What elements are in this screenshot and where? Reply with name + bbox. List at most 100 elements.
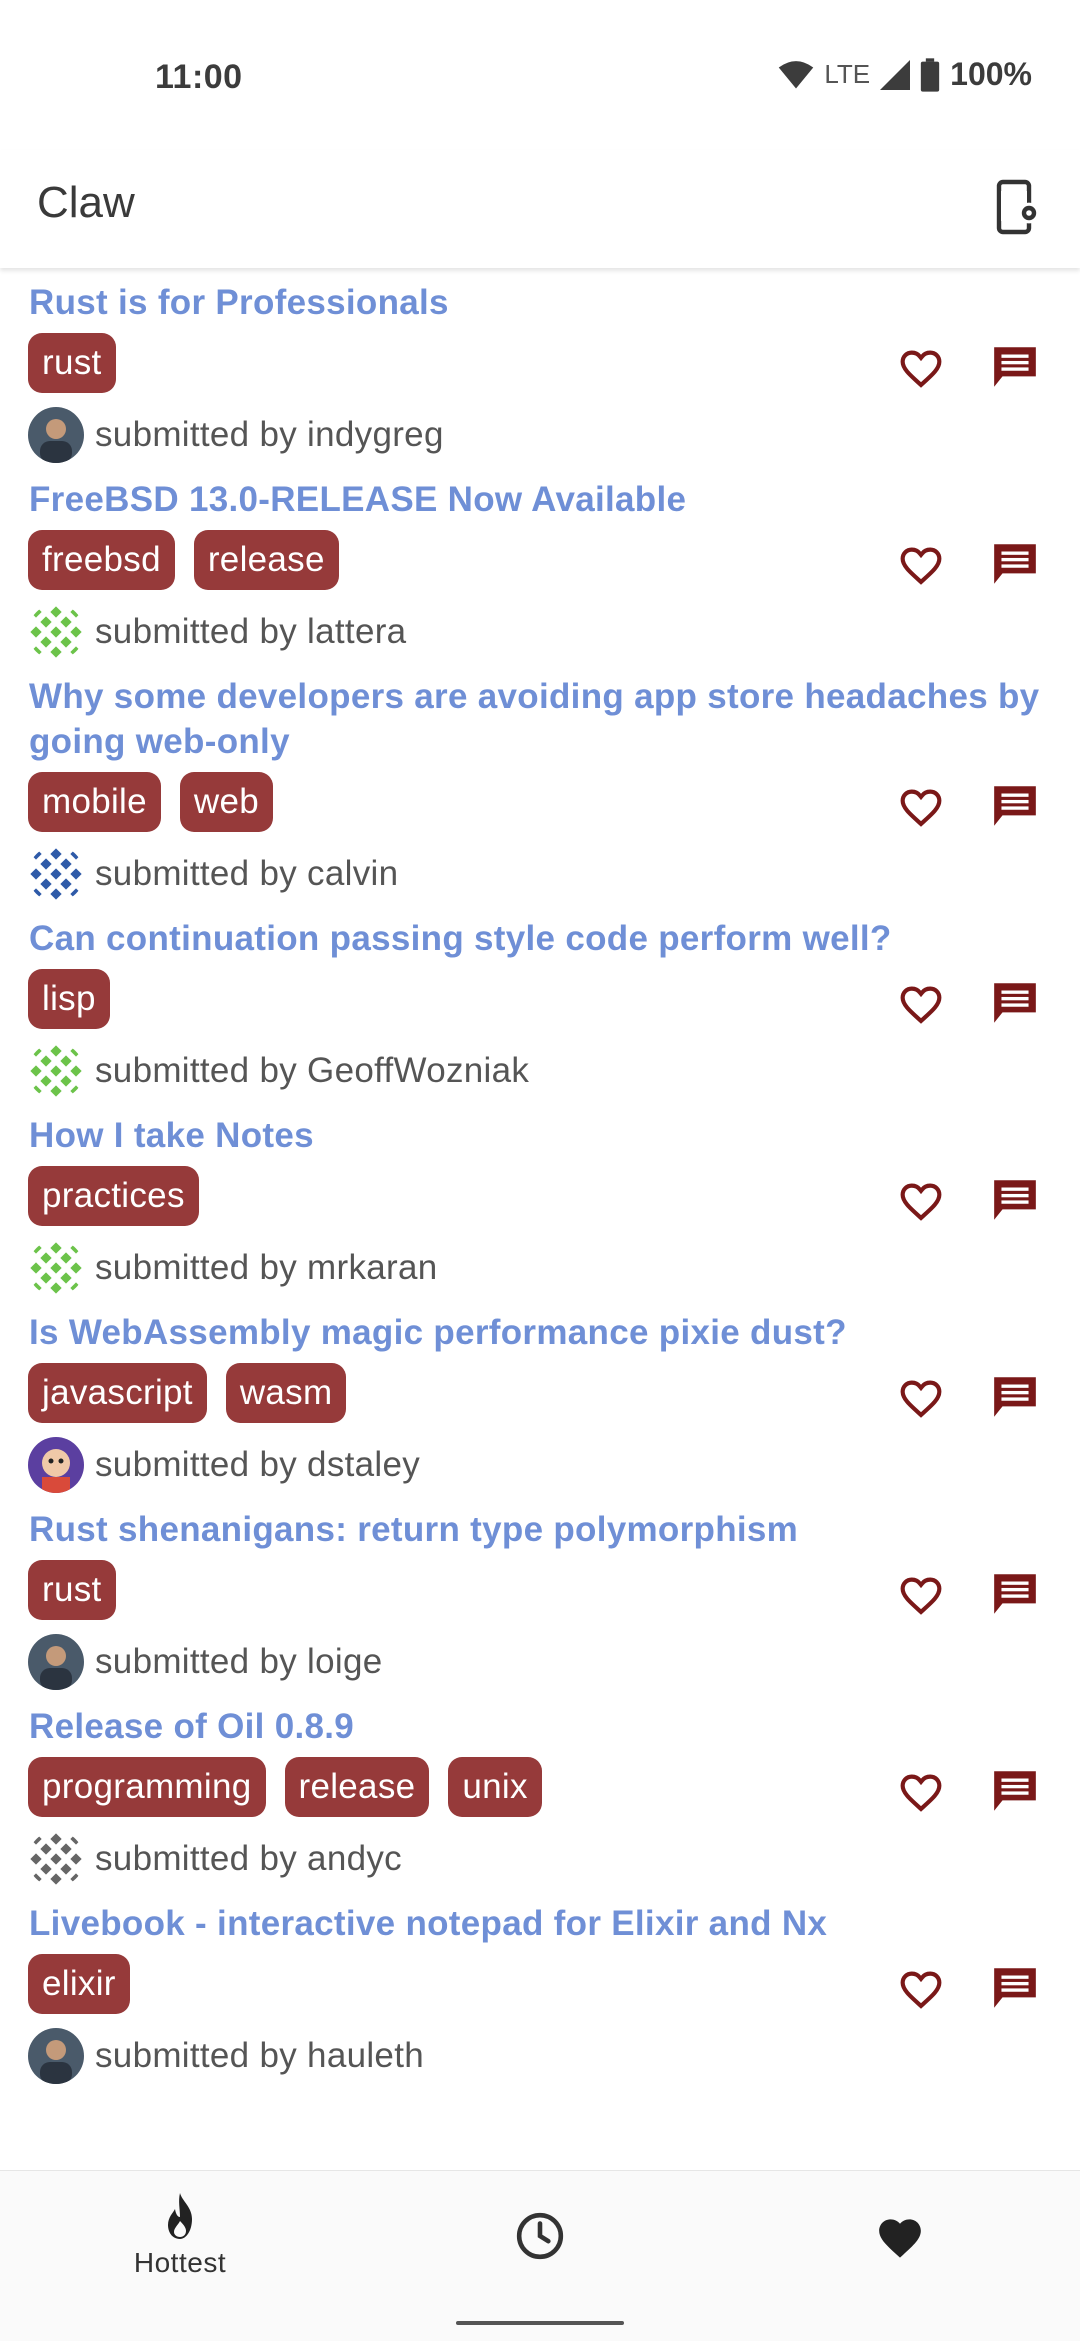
tag-chip[interactable]: rust <box>28 1560 116 1620</box>
story-item[interactable]: Rust shenanigans: return type polymorphi… <box>0 1495 1080 1692</box>
comment-icon <box>994 1377 1036 1417</box>
tag-chip[interactable]: lisp <box>28 969 110 1029</box>
tag-chip[interactable]: programming <box>28 1757 266 1817</box>
tag-list: mobile web <box>28 772 274 832</box>
save-story-button[interactable] <box>888 1564 954 1624</box>
story-item[interactable]: Is WebAssembly magic performance pixie d… <box>0 1298 1080 1495</box>
story-title-link[interactable]: Can continuation passing style code perf… <box>0 904 1080 961</box>
tag-chip[interactable]: mobile <box>28 772 161 832</box>
tag-chip[interactable]: javascript <box>28 1363 207 1423</box>
heart-outline-icon <box>900 350 942 388</box>
comment-icon <box>994 786 1036 826</box>
comments-button[interactable] <box>982 1367 1048 1427</box>
tag-chip[interactable]: wasm <box>225 1363 347 1423</box>
submitter-row[interactable]: submitted by indygreg <box>0 405 1080 465</box>
comment-icon <box>994 544 1036 584</box>
story-title-link[interactable]: How I take Notes <box>0 1101 1080 1158</box>
heart-filled-icon <box>879 2219 921 2258</box>
story-meta-row: javascript wasm <box>0 1355 1080 1435</box>
comments-button[interactable] <box>982 776 1048 836</box>
story-item[interactable]: Rust is for Professionals rust submitted b… <box>0 268 1080 465</box>
tag-chip[interactable]: rust <box>28 333 116 393</box>
comments-button[interactable] <box>982 1958 1048 2018</box>
battery-icon <box>920 57 940 92</box>
submitter-label: submitted by andyc <box>95 1839 402 1878</box>
submitter-row[interactable]: submitted by hauleth <box>0 2026 1080 2086</box>
story-item[interactable]: Why some developers are avoiding app sto… <box>0 662 1080 904</box>
nav-favorites[interactable] <box>800 2171 1000 2301</box>
nav-hottest[interactable]: Hottest <box>80 2171 280 2301</box>
tag-list: elixir <box>28 1954 130 2014</box>
story-title-link[interactable]: Release of Oil 0.8.9 <box>0 1692 1080 1749</box>
comments-button[interactable] <box>982 973 1048 1033</box>
submitter-label: submitted by GeoffWozniak <box>95 1051 530 1090</box>
tag-list: programming release unix <box>28 1757 542 1817</box>
tag-chip[interactable]: freebsd <box>28 530 175 590</box>
story-title-link[interactable]: Rust is for Professionals <box>0 268 1080 325</box>
tag-chip[interactable]: elixir <box>28 1954 130 2014</box>
settings-button[interactable] <box>982 172 1052 242</box>
submitter-label: submitted by dstaley <box>95 1445 421 1484</box>
nav-hottest-label: Hottest <box>133 2247 227 2278</box>
tag-chip[interactable]: practices <box>28 1166 199 1226</box>
story-title-link[interactable]: Why some developers are avoiding app sto… <box>0 662 1080 764</box>
tag-list: freebsd release <box>28 530 339 590</box>
comments-button[interactable] <box>982 1564 1048 1624</box>
app-title: Claw <box>37 178 135 227</box>
story-title-link[interactable]: Is WebAssembly magic performance pixie d… <box>0 1298 1080 1355</box>
submitter-row[interactable]: submitted by lattera <box>0 602 1080 662</box>
avatar <box>28 846 84 902</box>
story-list[interactable]: Rust is for Professionals rust submitted b… <box>0 268 1080 2170</box>
story-item[interactable]: Release of Oil 0.8.9 programming release un… <box>0 1692 1080 1889</box>
story-title-link[interactable]: Rust shenanigans: return type polymorphi… <box>0 1495 1080 1552</box>
submitter-row[interactable]: submitted by andyc <box>0 1829 1080 1889</box>
submitter-row[interactable]: submitted by mrkaran <box>0 1238 1080 1298</box>
comments-button[interactable] <box>982 534 1048 594</box>
submitter-row[interactable]: submitted by calvin <box>0 844 1080 904</box>
story-meta-row: rust <box>0 325 1080 405</box>
avatar <box>28 604 84 660</box>
submitter-row[interactable]: submitted by dstaley <box>0 1435 1080 1495</box>
tag-chip[interactable]: release <box>193 530 339 590</box>
story-meta-row: practices <box>0 1158 1080 1238</box>
story-title-link[interactable]: Livebook - interactive notepad for Elixi… <box>0 1889 1080 1946</box>
submitter-label: submitted by calvin <box>95 854 399 893</box>
save-story-button[interactable] <box>888 1958 954 2018</box>
submitter-label: submitted by mrkaran <box>95 1248 438 1287</box>
comment-icon <box>994 1968 1036 2008</box>
tag-chip[interactable]: release <box>284 1757 430 1817</box>
comments-button[interactable] <box>982 1761 1048 1821</box>
save-story-button[interactable] <box>888 337 954 397</box>
wifi-icon <box>779 60 814 88</box>
heart-outline-icon <box>900 1380 942 1418</box>
submitter-row[interactable]: submitted by GeoffWozniak <box>0 1041 1080 1101</box>
submitter-row[interactable]: submitted by loige <box>0 1632 1080 1692</box>
comment-icon <box>994 1771 1036 1811</box>
story-item[interactable]: How I take Notes practices submitted by mr… <box>0 1101 1080 1298</box>
heart-outline-icon <box>900 1183 942 1221</box>
submitter-label: submitted by lattera <box>95 612 407 651</box>
signal-icon <box>880 59 911 90</box>
save-story-button[interactable] <box>888 1367 954 1427</box>
story-item[interactable]: Can continuation passing style code perf… <box>0 904 1080 1101</box>
save-story-button[interactable] <box>888 776 954 836</box>
story-title-link[interactable]: FreeBSD 13.0-RELEASE Now Available <box>0 465 1080 522</box>
tag-chip[interactable]: unix <box>448 1757 542 1817</box>
comments-button[interactable] <box>982 1170 1048 1230</box>
heart-outline-icon <box>900 1971 942 2009</box>
story-item[interactable]: Livebook - interactive notepad for Elixi… <box>0 1889 1080 2086</box>
save-story-button[interactable] <box>888 534 954 594</box>
tag-chip[interactable]: web <box>179 772 274 832</box>
save-story-button[interactable] <box>888 973 954 1033</box>
nav-recent[interactable] <box>440 2171 640 2301</box>
comments-button[interactable] <box>982 337 1048 397</box>
story-meta-row: mobile web <box>0 764 1080 844</box>
tag-list: lisp <box>28 969 110 1029</box>
save-story-button[interactable] <box>888 1761 954 1821</box>
comment-icon <box>994 347 1036 387</box>
story-item[interactable]: FreeBSD 13.0-RELEASE Now Available freebs… <box>0 465 1080 662</box>
heart-outline-icon <box>900 1774 942 1812</box>
save-story-button[interactable] <box>888 1170 954 1230</box>
avatar <box>28 1240 84 1296</box>
comment-icon <box>994 983 1036 1023</box>
